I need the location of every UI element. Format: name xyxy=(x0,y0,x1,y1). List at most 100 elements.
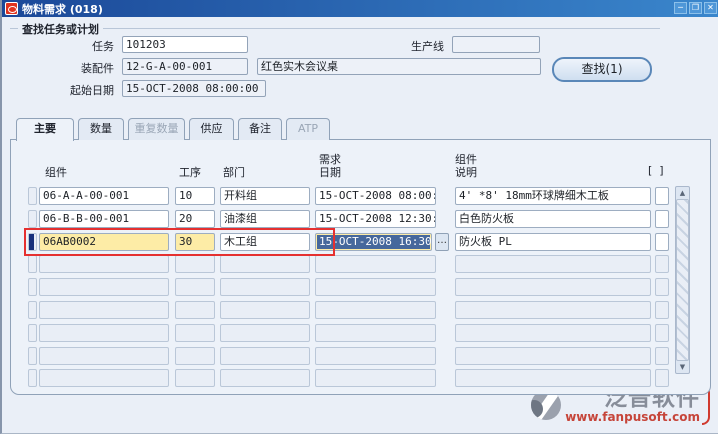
tab-main[interactable]: 主要 xyxy=(16,118,74,141)
row-checkbox[interactable] xyxy=(655,210,669,228)
demand-date-cell[interactable] xyxy=(315,255,436,273)
component-cell[interactable]: 06-B-B-00-001 xyxy=(39,210,169,228)
department-cell[interactable] xyxy=(220,301,310,319)
row-checkbox[interactable] xyxy=(655,278,669,296)
window-title: 物料需求 (018) xyxy=(22,1,103,17)
record-selector[interactable] xyxy=(28,255,37,273)
current-record-indicator xyxy=(29,234,34,250)
main-tab-page: 需求 组件 组件 工序 部门 日期 说明 [ ] 06-A-A-00-001 1… xyxy=(10,139,711,395)
record-selector[interactable] xyxy=(28,210,37,228)
title-bar: 物料需求 (018) ─ ❐ ✕ xyxy=(2,0,718,17)
row-checkbox[interactable] xyxy=(655,301,669,319)
demand-date-cell[interactable] xyxy=(315,347,436,365)
description-cell[interactable]: 4' *8' 18mm环球牌细木工板 xyxy=(455,187,651,205)
row-checkbox[interactable] xyxy=(655,324,669,342)
table-row: 06-A-A-00-001 10 开料组 15-OCT-2008 08:00:0… xyxy=(11,187,710,207)
watermark-url: www.fanpusoft.com xyxy=(565,410,700,424)
start-date-input[interactable]: 15-OCT-2008 08:00:00 xyxy=(122,80,266,97)
oracle-app-icon xyxy=(5,2,18,15)
description-cell[interactable] xyxy=(455,278,651,296)
scroll-down-icon[interactable]: ▼ xyxy=(676,361,689,373)
component-cell[interactable] xyxy=(39,255,169,273)
component-cell[interactable]: 06AB0002 xyxy=(39,233,169,251)
start-date-label: 起始日期 xyxy=(32,82,114,98)
component-cell[interactable] xyxy=(39,369,169,387)
record-selector-current[interactable] xyxy=(28,233,37,251)
row-checkbox[interactable] xyxy=(655,369,669,387)
operation-cell[interactable]: 30 xyxy=(175,233,215,251)
header-demand-line2: 日期 xyxy=(319,164,341,180)
component-cell[interactable] xyxy=(39,301,169,319)
description-cell[interactable]: 防火板 PL xyxy=(455,233,651,251)
department-cell[interactable]: 油漆组 xyxy=(220,210,310,228)
description-cell[interactable] xyxy=(455,255,651,273)
demand-date-cell[interactable] xyxy=(315,369,436,387)
header-operation: 工序 xyxy=(179,164,201,180)
table-row-empty xyxy=(11,369,710,389)
minimize-icon[interactable]: ─ xyxy=(674,2,687,14)
tab-atp[interactable]: ATP xyxy=(286,118,330,140)
tab-repeat-quantity[interactable]: 重复数量 xyxy=(128,118,185,140)
record-selector[interactable] xyxy=(28,278,37,296)
operation-cell[interactable] xyxy=(175,369,215,387)
record-selector[interactable] xyxy=(28,187,37,205)
operation-cell[interactable] xyxy=(175,324,215,342)
date-lov-ellipsis-button[interactable]: … xyxy=(435,233,449,251)
description-cell[interactable] xyxy=(455,301,651,319)
department-cell[interactable]: 开料组 xyxy=(220,187,310,205)
task-input[interactable]: 101203 xyxy=(122,36,248,53)
scrollbar-thumb[interactable] xyxy=(676,199,689,361)
record-selector[interactable] xyxy=(28,301,37,319)
operation-cell[interactable] xyxy=(175,347,215,365)
maximize-icon[interactable]: ❐ xyxy=(689,2,702,14)
tab-quantity[interactable]: 数量 xyxy=(78,118,124,140)
vertical-scrollbar[interactable]: ▲ ▼ xyxy=(675,186,690,374)
production-line-input[interactable] xyxy=(452,36,540,53)
description-cell[interactable] xyxy=(455,324,651,342)
assembly-description-field[interactable]: 红色实木会议桌 xyxy=(257,58,541,75)
production-line-label: 生产线 xyxy=(392,38,444,54)
demand-date-cell-selected[interactable]: 15-OCT-2008 16:30:00 xyxy=(315,233,432,251)
operation-cell[interactable]: 20 xyxy=(175,210,215,228)
close-icon[interactable]: ✕ xyxy=(704,2,717,14)
row-checkbox[interactable] xyxy=(655,233,669,251)
record-selector[interactable] xyxy=(28,347,37,365)
table-row: 06-B-B-00-001 20 油漆组 15-OCT-2008 12:30:0… xyxy=(11,210,710,230)
operation-cell[interactable] xyxy=(175,278,215,296)
tab-notes[interactable]: 备注 xyxy=(238,118,282,140)
tab-supply[interactable]: 供应 xyxy=(189,118,234,140)
component-cell[interactable] xyxy=(39,278,169,296)
description-cell[interactable] xyxy=(455,347,651,365)
operation-cell[interactable] xyxy=(175,301,215,319)
operation-cell[interactable]: 10 xyxy=(175,187,215,205)
row-checkbox[interactable] xyxy=(655,347,669,365)
assembly-input[interactable]: 12-G-A-00-001 xyxy=(122,58,248,75)
row-checkbox[interactable] xyxy=(655,187,669,205)
description-cell[interactable]: 白色防火板 xyxy=(455,210,651,228)
department-cell[interactable]: 木工组 xyxy=(220,233,310,251)
department-cell[interactable] xyxy=(220,347,310,365)
department-cell[interactable] xyxy=(220,278,310,296)
find-button[interactable]: 查找(1) xyxy=(552,57,652,82)
demand-date-cell[interactable]: 15-OCT-2008 08:00:00 xyxy=(315,187,436,205)
record-selector[interactable] xyxy=(28,324,37,342)
component-cell[interactable] xyxy=(39,324,169,342)
header-department: 部门 xyxy=(223,164,245,180)
component-cell[interactable] xyxy=(39,347,169,365)
demand-date-cell[interactable]: 15-OCT-2008 12:30:00 xyxy=(315,210,436,228)
demand-date-cell[interactable] xyxy=(315,278,436,296)
demand-date-cell[interactable] xyxy=(315,301,436,319)
component-cell[interactable]: 06-A-A-00-001 xyxy=(39,187,169,205)
table-row-empty xyxy=(11,324,710,344)
demand-date-cell[interactable] xyxy=(315,324,436,342)
record-selector[interactable] xyxy=(28,369,37,387)
table-row-empty xyxy=(11,347,710,367)
description-cell[interactable] xyxy=(455,369,651,387)
row-checkbox[interactable] xyxy=(655,255,669,273)
operation-cell[interactable] xyxy=(175,255,215,273)
department-cell[interactable] xyxy=(220,255,310,273)
scroll-up-icon[interactable]: ▲ xyxy=(676,187,689,199)
assembly-label: 装配件 xyxy=(32,60,114,76)
department-cell[interactable] xyxy=(220,324,310,342)
department-cell[interactable] xyxy=(220,369,310,387)
